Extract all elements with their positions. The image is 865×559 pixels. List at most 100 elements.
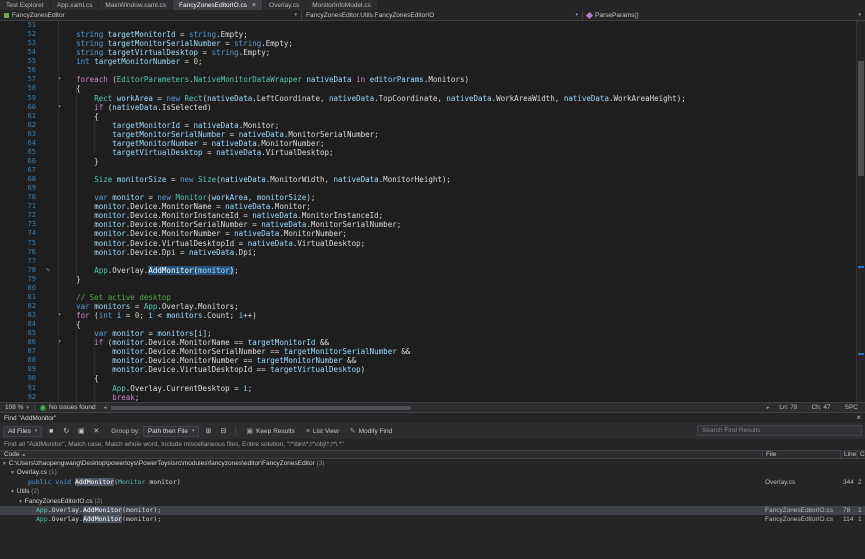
code-line[interactable]: 89 monitor.Device.VirtualDesktopId == ta…	[0, 365, 865, 374]
code-line[interactable]: 64 targetMonitorNumber = nativeData.Moni…	[0, 139, 865, 148]
editor-tab[interactable]: App.xaml.cs	[51, 0, 98, 10]
member-dropdown[interactable]: ParseParams() ▾	[583, 10, 865, 20]
scroll-left-icon[interactable]: ◂	[101, 405, 110, 411]
line-number[interactable]: 78	[20, 266, 40, 275]
line-number[interactable]: 81	[20, 293, 40, 302]
fold-collapse-icon[interactable]: ▾	[58, 103, 61, 112]
line-number[interactable]: 56	[20, 66, 40, 75]
code-line[interactable]: 75 monitor.Device.VirtualDesktopId = nat…	[0, 239, 865, 248]
code-line[interactable]: 72 monitor.Device.MonitorInstanceId = na…	[0, 211, 865, 220]
line-number[interactable]: 80	[20, 284, 40, 293]
code-line[interactable]: 90 {	[0, 374, 865, 383]
line-number[interactable]: 77	[20, 257, 40, 266]
editor-tab[interactable]: Overlay.cs	[263, 0, 305, 10]
line-number[interactable]: 61	[20, 112, 40, 121]
line-number[interactable]: 57	[20, 75, 40, 84]
line-number[interactable]: 71	[20, 202, 40, 211]
line-number[interactable]: 84	[20, 320, 40, 329]
line-number[interactable]: 54	[20, 48, 40, 57]
code-line[interactable]: 54 string targetVirtualDesktop = string.…	[0, 48, 865, 57]
clear-results-icon[interactable]: ✕	[90, 426, 102, 437]
find-result-row[interactable]: App.Overlay.AddMonitor(monitor);FancyZon…	[0, 515, 865, 524]
editor-tab[interactable]: FancyZonesEditorIO.cs×	[173, 0, 262, 10]
line-number[interactable]: 73	[20, 220, 40, 229]
line-number[interactable]: 62	[20, 121, 40, 130]
code-line[interactable]: 76 monitor.Device.Dpi = nativeData.Dpi;	[0, 248, 865, 257]
type-dropdown[interactable]: FancyZonesEditor.Utils.FancyZonesEditorI…	[302, 10, 583, 20]
code-line[interactable]: 91 App.Overlay.CurrentDesktop = i;	[0, 384, 865, 393]
code-line[interactable]: 88 monitor.Device.MonitorNumber == targe…	[0, 356, 865, 365]
line-number[interactable]: 60	[20, 103, 40, 112]
code-line[interactable]: 79 }	[0, 275, 865, 284]
line-number[interactable]: 53	[20, 39, 40, 48]
find-result-row[interactable]: ▾Utils (2)	[0, 487, 865, 496]
code-line[interactable]: 52 string targetMonitorId = string.Empty…	[0, 30, 865, 39]
code-line[interactable]: 70 var monitor = new Monitor(workArea, m…	[0, 193, 865, 202]
code-line[interactable]: 68 Size monitorSize = new Size(nativeDat…	[0, 175, 865, 184]
code-line[interactable]: 63 targetMonitorSerialNumber = nativeDat…	[0, 130, 865, 139]
line-number[interactable]: 63	[20, 130, 40, 139]
document-health-indicator[interactable]: ✓ No issues found	[34, 404, 101, 411]
code-line[interactable]: 56	[0, 66, 865, 75]
line-number[interactable]: 72	[20, 211, 40, 220]
find-result-row[interactable]: ▾C:\Users\zhaopengwang\Desktop\powertoys…	[0, 459, 865, 468]
code-line[interactable]: 62 targetMonitorId = nativeData.Monitor;	[0, 121, 865, 130]
line-number[interactable]: 69	[20, 184, 40, 193]
line-number[interactable]: 64	[20, 139, 40, 148]
horizontal-scrollbar[interactable]	[109, 405, 763, 411]
project-dropdown[interactable]: FancyZonesEditor ▾	[0, 10, 302, 20]
line-number[interactable]: 67	[20, 166, 40, 175]
search-find-results-input[interactable]	[697, 425, 862, 436]
stop-search-icon[interactable]: ■	[45, 426, 57, 437]
close-icon[interactable]: ×	[252, 2, 256, 9]
code-line[interactable]: 80	[0, 284, 865, 293]
code-line[interactable]: 58 {	[0, 84, 865, 93]
line-number[interactable]: 66	[20, 157, 40, 166]
list-view-toggle[interactable]: ≡ List View	[302, 428, 343, 435]
line-number[interactable]: 88	[20, 356, 40, 365]
line-number[interactable]: 85	[20, 329, 40, 338]
line-number[interactable]: 82	[20, 302, 40, 311]
code-line[interactable]: 81 // Set active desktop	[0, 293, 865, 302]
code-line[interactable]: 73 monitor.Device.MonitorSerialNumber = …	[0, 220, 865, 229]
line-number[interactable]: 91	[20, 384, 40, 393]
column-header-col[interactable]: Col	[856, 451, 865, 459]
line-number[interactable]: 89	[20, 365, 40, 374]
chevron-down-icon[interactable]: ▾	[11, 489, 14, 495]
code-line[interactable]: 69	[0, 184, 865, 193]
collapse-all-icon[interactable]: ⊟	[217, 426, 229, 437]
code-line[interactable]: 82 var monitors = App.Overlay.Monitors;	[0, 302, 865, 311]
expand-all-icon[interactable]: ⊞	[202, 426, 214, 437]
file-filter-dropdown[interactable]: All Files ▾	[3, 426, 42, 437]
line-number[interactable]: 92	[20, 393, 40, 402]
fold-collapse-icon[interactable]: ▾	[58, 338, 61, 347]
modify-find-button[interactable]: ✎ Modify Find	[346, 427, 396, 435]
chevron-down-icon[interactable]: ▾	[3, 461, 6, 467]
code-line[interactable]: 51	[0, 21, 865, 30]
code-line[interactable]: 85 var monitor = monitors[i];	[0, 329, 865, 338]
scroll-right-icon[interactable]: ▸	[764, 405, 773, 411]
line-number[interactable]: 52	[20, 30, 40, 39]
copy-results-icon[interactable]: ▣	[75, 426, 87, 437]
line-number[interactable]: 74	[20, 229, 40, 238]
line-number[interactable]: 59	[20, 94, 40, 103]
code-line[interactable]: 53 string targetMonitorSerialNumber = st…	[0, 39, 865, 48]
line-number[interactable]: 79	[20, 275, 40, 284]
code-line[interactable]: 59 Rect workArea = new Rect(nativeData.L…	[0, 94, 865, 103]
code-line[interactable]: 61 {	[0, 112, 865, 121]
refresh-icon[interactable]: ↻	[60, 426, 72, 437]
chevron-down-icon[interactable]: ▾	[19, 499, 22, 505]
code-line[interactable]: 83 for (int i = 0; i < monitors.Count; i…	[0, 311, 865, 320]
editor-tab[interactable]: MainWindow.xaml.cs	[99, 0, 172, 10]
code-line[interactable]: 86 if (monitor.Device.MonitorName == tar…	[0, 338, 865, 347]
code-line[interactable]: 92 break;	[0, 393, 865, 402]
scrollbar-thumb[interactable]	[858, 61, 864, 176]
find-result-row[interactable]: ▾FancyZonesEditorIO.cs (2)	[0, 497, 865, 506]
fold-collapse-icon[interactable]: ▾	[58, 75, 61, 84]
find-result-row[interactable]: public void AddMonitor(Monitor monitor)O…	[0, 478, 865, 487]
line-number[interactable]: 76	[20, 248, 40, 257]
code-line[interactable]: 78 App.Overlay.AddMonitor(monitor);✎	[0, 266, 865, 275]
find-result-row[interactable]: ▾Overlay.cs (1)	[0, 468, 865, 477]
scrollbar-thumb[interactable]	[111, 406, 411, 410]
code-line[interactable]: 60 if (nativeData.IsSelected)▾	[0, 103, 865, 112]
